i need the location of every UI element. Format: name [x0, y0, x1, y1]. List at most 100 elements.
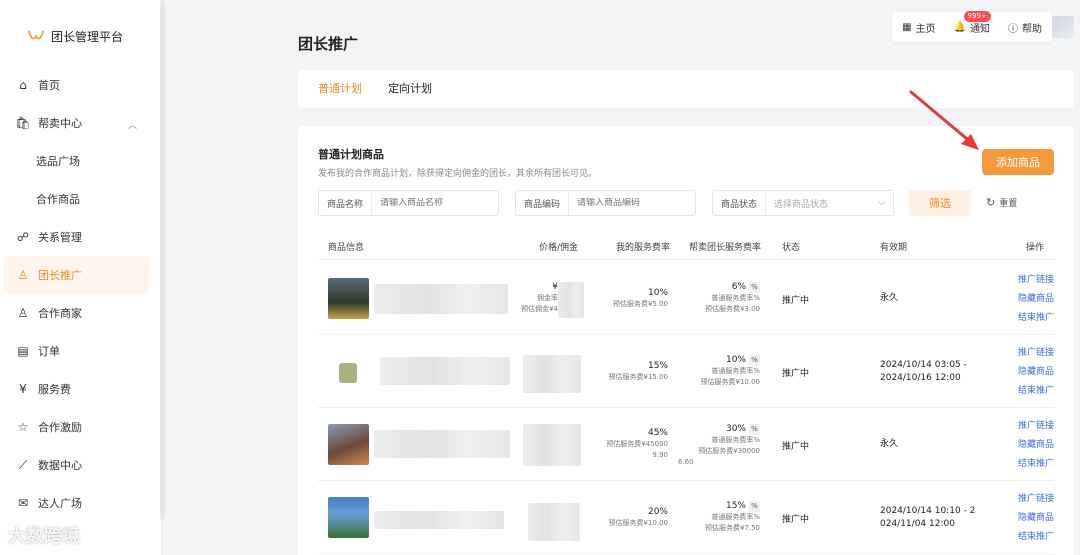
sidebar-item-home[interactable]: ⌂ 首页 — [0, 66, 161, 104]
promote-link-button[interactable]: 推广链接 — [1018, 418, 1054, 431]
helper-rate-type: 普通服务费率% — [711, 367, 760, 375]
helper-rate-cell: 6%% 普通服务费率% 预估服务费¥3.00 — [678, 282, 760, 315]
goods-status-filter[interactable]: 商品状态 选择商品状态 ⌵ — [712, 190, 894, 216]
filter-button[interactable]: 筛选 — [909, 190, 971, 216]
validity-line: 永久 — [880, 293, 899, 303]
commission-rate: 佣金率 — [537, 294, 558, 302]
avatar[interactable] — [1052, 16, 1074, 38]
helper-estimated-fee: 预估服务费¥7.50 — [704, 524, 760, 532]
goods-code-input[interactable] — [569, 198, 680, 208]
yen-icon: ¥ — [19, 382, 27, 396]
helper-rate-value: 30% — [725, 424, 746, 434]
status-badge: 推广中 — [782, 369, 810, 379]
row-actions: 推广链接 隐藏商品 结束推广 — [1018, 418, 1054, 469]
percent-icon[interactable]: % — [749, 355, 760, 366]
page-title: 团长推广 — [298, 35, 359, 53]
goods-status-select[interactable]: 选择商品状态 — [766, 197, 876, 210]
sidebar-item-selection-square[interactable]: 选品广场 — [0, 142, 161, 180]
app-logo[interactable]: 团长管理平台 — [27, 27, 123, 45]
grid-icon: ▦ — [902, 21, 912, 33]
table-header: 商品信息 价格/佣金 我的服务费率 帮卖团长服务费率 状态 有效期 操作 — [318, 232, 1054, 260]
hide-goods-button[interactable]: 隐藏商品 — [1018, 437, 1054, 450]
sidebar-item-label: 合作激励 — [38, 421, 82, 434]
sidebar-item-orders[interactable]: ▤ 订单 — [0, 332, 161, 370]
mail-icon: ✉ — [17, 496, 29, 510]
end-promotion-button[interactable]: 结束推广 — [1018, 310, 1054, 323]
validity-line: 2024/10/14 03:05 - — [880, 360, 967, 370]
goods-status-label: 商品状态 — [713, 191, 767, 215]
hide-goods-button[interactable]: 隐藏商品 — [1018, 364, 1054, 377]
sidebar-item-cooperation-goods[interactable]: 合作商品 — [0, 180, 161, 218]
watermark: 大数跨境 — [8, 526, 80, 547]
home-link-label: 主页 — [915, 23, 936, 35]
goods-title-redacted — [374, 511, 504, 529]
home-link[interactable]: ▦ 主页 — [902, 20, 935, 35]
header-status: 状态 — [782, 243, 801, 253]
row-actions: 推广链接 隐藏商品 结束推广 — [1018, 345, 1054, 396]
price-cell: ¥ 佣金率 预估佣金¥4 — [518, 282, 558, 315]
helper-estimated-fee-cont: 6.60 — [678, 458, 694, 466]
sidebar-item-talent-square[interactable]: ✉ 达人广场 — [0, 484, 161, 522]
percent-icon[interactable]: % — [749, 424, 760, 435]
percent-icon[interactable]: % — [749, 501, 760, 512]
status-badge: 推广中 — [782, 442, 810, 452]
tab-targeted-plan[interactable]: 定向计划 — [388, 70, 432, 108]
sidebar-item-label: 团长推广 — [38, 269, 82, 282]
sidebar-item-service-fee[interactable]: ¥ 服务费 — [0, 370, 161, 408]
price-value: ¥ — [552, 282, 558, 292]
header-price: 价格/佣金 — [539, 243, 579, 253]
goods-name-input[interactable] — [372, 198, 483, 208]
end-promotion-button[interactable]: 结束推广 — [1018, 456, 1054, 469]
goods-title-redacted — [380, 357, 510, 385]
section-title: 普通计划商品 — [318, 148, 384, 161]
relation-icon: ☍ — [16, 230, 30, 244]
notice-link[interactable]: 🔔 999+ 通知 — [954, 10, 991, 35]
home-icon: ⌂ — [19, 78, 27, 92]
sidebar-item-merchants[interactable]: ♙ 合作商家 — [0, 294, 161, 332]
validity-line: 2024/10/16 12:00 — [880, 373, 961, 383]
tab-normal-plan[interactable]: 普通计划 — [318, 70, 362, 108]
validity-line: 永久 — [880, 439, 899, 449]
my-estimated-fee: 预估服务费¥45000 — [606, 440, 668, 448]
helper-rate-type: 普通服务费率% — [711, 436, 760, 444]
reset-label: 重置 — [999, 199, 1018, 209]
goods-panel: 普通计划商品 发布我的合作商品计划，除获得定向佣金的团长，其余所有团长可见。 添… — [298, 126, 1074, 555]
promote-link-button[interactable]: 推广链接 — [1018, 491, 1054, 504]
sidebar-item-data-center[interactable]: ⟋ 数据中心 — [0, 446, 161, 484]
my-rate-cell: 45% 预估服务费¥45000 9.90 — [588, 428, 668, 461]
end-promotion-button[interactable]: 结束推广 — [1018, 529, 1054, 542]
sidebar-item-relation[interactable]: ☍ 关系管理 — [0, 218, 161, 256]
status-badge: 推广中 — [782, 296, 810, 306]
user-add-icon: ♙ — [17, 306, 29, 320]
hide-goods-button[interactable]: 隐藏商品 — [1018, 291, 1054, 304]
refresh-icon: ↻ — [986, 196, 996, 209]
price-redacted — [558, 282, 584, 318]
sidebar-scrollbar[interactable] — [160, 0, 165, 520]
helper-estimated-fee: 预估服务费¥30000 — [698, 447, 760, 455]
goods-thumbnail — [328, 424, 369, 465]
validity-cell: 2024/10/14 03:05 - 2024/10/16 12:00 — [880, 359, 967, 385]
sidebar-item-label: 订单 — [38, 345, 60, 358]
chevron-up-icon: ︿ — [127, 121, 137, 131]
row-actions: 推广链接 隐藏商品 结束推广 — [1018, 491, 1054, 542]
add-goods-button[interactable]: 添加商品 — [982, 149, 1054, 175]
promote-link-button[interactable]: 推广链接 — [1018, 272, 1054, 285]
sidebar-item-help-sell[interactable]: 🛍 帮卖中心 ︿ — [0, 104, 161, 142]
sidebar-item-label: 合作商家 — [38, 307, 82, 320]
end-promotion-button[interactable]: 结束推广 — [1018, 383, 1054, 396]
sidebar-nav: ⌂ 首页 🛍 帮卖中心 ︿ 选品广场 合作商品 ☍ 关系管理 ♙ 团长推广 ♙ … — [0, 66, 161, 522]
sidebar: 团长管理平台 ⌂ 首页 🛍 帮卖中心 ︿ 选品广场 合作商品 ☍ 关系管理 ♙ … — [0, 0, 162, 555]
help-link[interactable]: ⓘ 帮助 — [1008, 20, 1042, 35]
my-estimated-fee: 预估服务费¥15.00 — [608, 373, 669, 381]
sidebar-item-label: 关系管理 — [38, 231, 82, 244]
sidebar-item-promotion[interactable]: ♙ 团长推广 — [4, 256, 149, 294]
percent-icon[interactable]: % — [749, 282, 760, 293]
hide-goods-button[interactable]: 隐藏商品 — [1018, 510, 1054, 523]
my-rate-value: 10% — [647, 288, 668, 298]
helper-rate-type: 普通服务费率% — [711, 513, 760, 521]
chart-icon: ⟋ — [18, 457, 28, 472]
sidebar-item-incentive[interactable]: ☆ 合作激励 — [0, 408, 161, 446]
promote-link-button[interactable]: 推广链接 — [1018, 345, 1054, 358]
reset-button[interactable]: ↻ 重置 — [986, 196, 1017, 209]
sidebar-item-label: 帮卖中心 — [38, 117, 82, 130]
